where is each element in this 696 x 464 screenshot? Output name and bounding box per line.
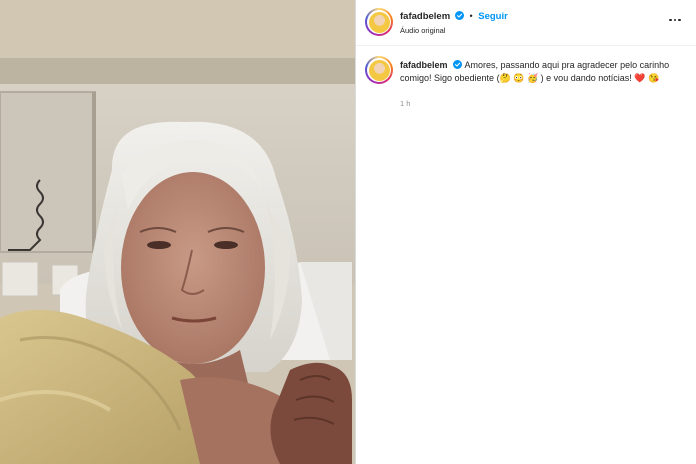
post-caption: fafadbelem Amores, passando aqui pra agr… [400, 59, 670, 84]
post-timestamp[interactable]: 1 h [400, 99, 410, 108]
caption-author-avatar[interactable] [365, 56, 393, 84]
post-media[interactable] [0, 0, 355, 464]
author-avatar[interactable] [365, 8, 393, 36]
verified-badge-icon [452, 60, 462, 69]
more-options-icon[interactable] [668, 13, 682, 27]
audio-link[interactable]: Áudio original [400, 26, 445, 35]
post-header: fafadbelem • Seguir Áudio original [356, 0, 696, 46]
header-separator: • [469, 11, 473, 21]
follow-button[interactable]: Seguir [478, 11, 508, 22]
verified-badge-icon [454, 11, 464, 20]
header-user-line: fafadbelem • Seguir [400, 11, 508, 22]
post-video-frame [0, 0, 355, 464]
post-side-panel: fafadbelem • Seguir Áudio original fafad… [356, 0, 696, 464]
caption-username[interactable]: fafadbelem [400, 60, 448, 70]
author-username[interactable]: fafadbelem [400, 11, 450, 22]
